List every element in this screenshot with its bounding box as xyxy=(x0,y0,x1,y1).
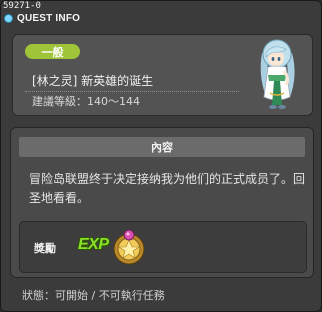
quest-icon xyxy=(4,13,13,23)
npc-portrait-icon xyxy=(260,39,295,109)
quest-header-panel: 一般 [林之灵] 新英雄的诞生 建議等級：140～144 xyxy=(12,34,313,116)
level-range: 140～144 xyxy=(87,95,140,108)
quest-content-panel: 內容 冒险岛联盟终于决定接纳我为他们的正式成员了。回圣地看看。 獎勵 EXP xyxy=(10,127,314,278)
content-section-title: 內容 xyxy=(19,137,305,157)
header-divider xyxy=(25,91,239,92)
quest-description: 冒险岛联盟终于决定接纳我为他们的正式成员了。回圣地看看。 xyxy=(29,172,306,205)
reward-label: 獎勵 xyxy=(34,242,56,255)
reward-box: 獎勵 EXP xyxy=(19,221,307,273)
quest-status: 狀態：可開始 / 不可執行任務 xyxy=(22,287,165,303)
exp-reward-label: EXP xyxy=(78,236,109,253)
recommended-level: 建議等級：140～144 xyxy=(32,93,140,109)
window-title: QUEST INFO xyxy=(17,12,81,24)
category-tag: 一般 xyxy=(25,44,80,59)
exp-medal-icon[interactable] xyxy=(112,228,146,266)
status-value: 可開始 / 不可執行任務 xyxy=(55,289,165,302)
status-label: 狀態： xyxy=(22,289,55,302)
quest-info-window: 59271-0 QUEST INFO 一般 [林之灵] 新英雄的诞生 建議等級：… xyxy=(0,0,322,312)
quest-name: [林之灵] 新英雄的诞生 xyxy=(32,74,154,88)
level-label: 建議等級： xyxy=(32,95,87,108)
window-title-bar[interactable]: QUEST INFO xyxy=(4,11,80,25)
